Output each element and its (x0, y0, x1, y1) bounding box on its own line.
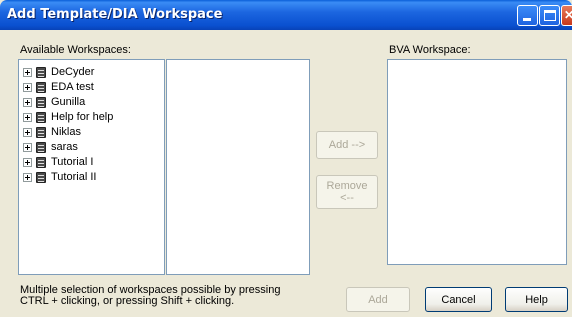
remove-button[interactable]: Remove <-- (316, 175, 378, 209)
database-icon (36, 141, 46, 153)
hint-line-2: CTRL + clicking, or pressing Shift + cli… (20, 295, 235, 307)
expand-icon[interactable] (23, 127, 32, 137)
minimize-button[interactable] (517, 5, 538, 26)
expand-icon[interactable] (23, 142, 32, 152)
available-workspaces-tree[interactable]: DeCyder EDA test Gunilla Help for help N… (18, 59, 165, 275)
database-icon (36, 96, 46, 108)
cancel-button[interactable]: Cancel (425, 287, 492, 312)
workspace-detail-list[interactable] (166, 59, 310, 275)
tree-item-label: DeCyder (51, 66, 95, 78)
database-icon (36, 126, 46, 138)
database-icon (36, 156, 46, 168)
tree-item-help-for-help[interactable]: Help for help (23, 110, 113, 124)
tree-item-label: Help for help (51, 111, 114, 123)
tree-item-saras[interactable]: saras (23, 140, 78, 154)
bva-workspace-list[interactable] (387, 59, 567, 265)
tree-item-label: Niklas (51, 126, 81, 138)
tree-item-tutorial-i[interactable]: Tutorial I (23, 155, 93, 169)
tree-item-gunilla[interactable]: Gunilla (23, 95, 85, 109)
expand-icon[interactable] (23, 112, 32, 122)
tree-item-label: EDA test (51, 81, 94, 93)
tree-item-tutorial-ii[interactable]: Tutorial II (23, 170, 96, 184)
tree-item-label: Tutorial II (51, 171, 97, 183)
dialog-window: Add Template/DIA Workspace ✕ Available W… (0, 0, 572, 317)
close-icon: ✕ (563, 8, 572, 22)
database-icon (36, 171, 46, 183)
expand-icon[interactable] (23, 82, 32, 92)
tree-item-label: saras (51, 141, 78, 153)
add-arrow-label: Add --> (328, 139, 366, 151)
add-arrow-button[interactable]: Add --> (316, 131, 378, 159)
expand-icon[interactable] (23, 97, 32, 107)
maximize-icon (544, 10, 556, 21)
available-workspaces-label: Available Workspaces: (20, 44, 131, 56)
help-label: Help (525, 293, 548, 306)
close-button[interactable]: ✕ (561, 5, 572, 26)
selection-hint: Multiple selection of workspaces possibl… (20, 285, 280, 307)
tree-item-decyder[interactable]: DeCyder (23, 65, 94, 79)
tree-item-label: Gunilla (51, 96, 86, 108)
cancel-label: Cancel (441, 293, 476, 306)
expand-icon[interactable] (23, 67, 32, 77)
tree-item-niklas[interactable]: Niklas (23, 125, 81, 139)
remove-label: Remove (326, 180, 368, 192)
help-button[interactable]: Help (505, 287, 568, 312)
database-icon (36, 66, 46, 78)
database-icon (36, 81, 46, 93)
add-label: Add (368, 293, 388, 306)
tree-item-eda-test[interactable]: EDA test (23, 80, 94, 94)
add-button[interactable]: Add (346, 287, 410, 312)
maximize-button[interactable] (539, 5, 560, 26)
minimize-icon (523, 18, 531, 21)
expand-icon[interactable] (23, 157, 32, 167)
tree-item-label: Tutorial I (51, 156, 94, 168)
window-title: Add Template/DIA Workspace (7, 7, 223, 22)
bva-workspace-label: BVA Workspace: (389, 44, 471, 56)
database-icon (36, 111, 46, 123)
remove-arrow-label: <-- (340, 192, 354, 204)
title-bar[interactable]: Add Template/DIA Workspace ✕ (0, 0, 572, 30)
expand-icon[interactable] (23, 172, 32, 182)
